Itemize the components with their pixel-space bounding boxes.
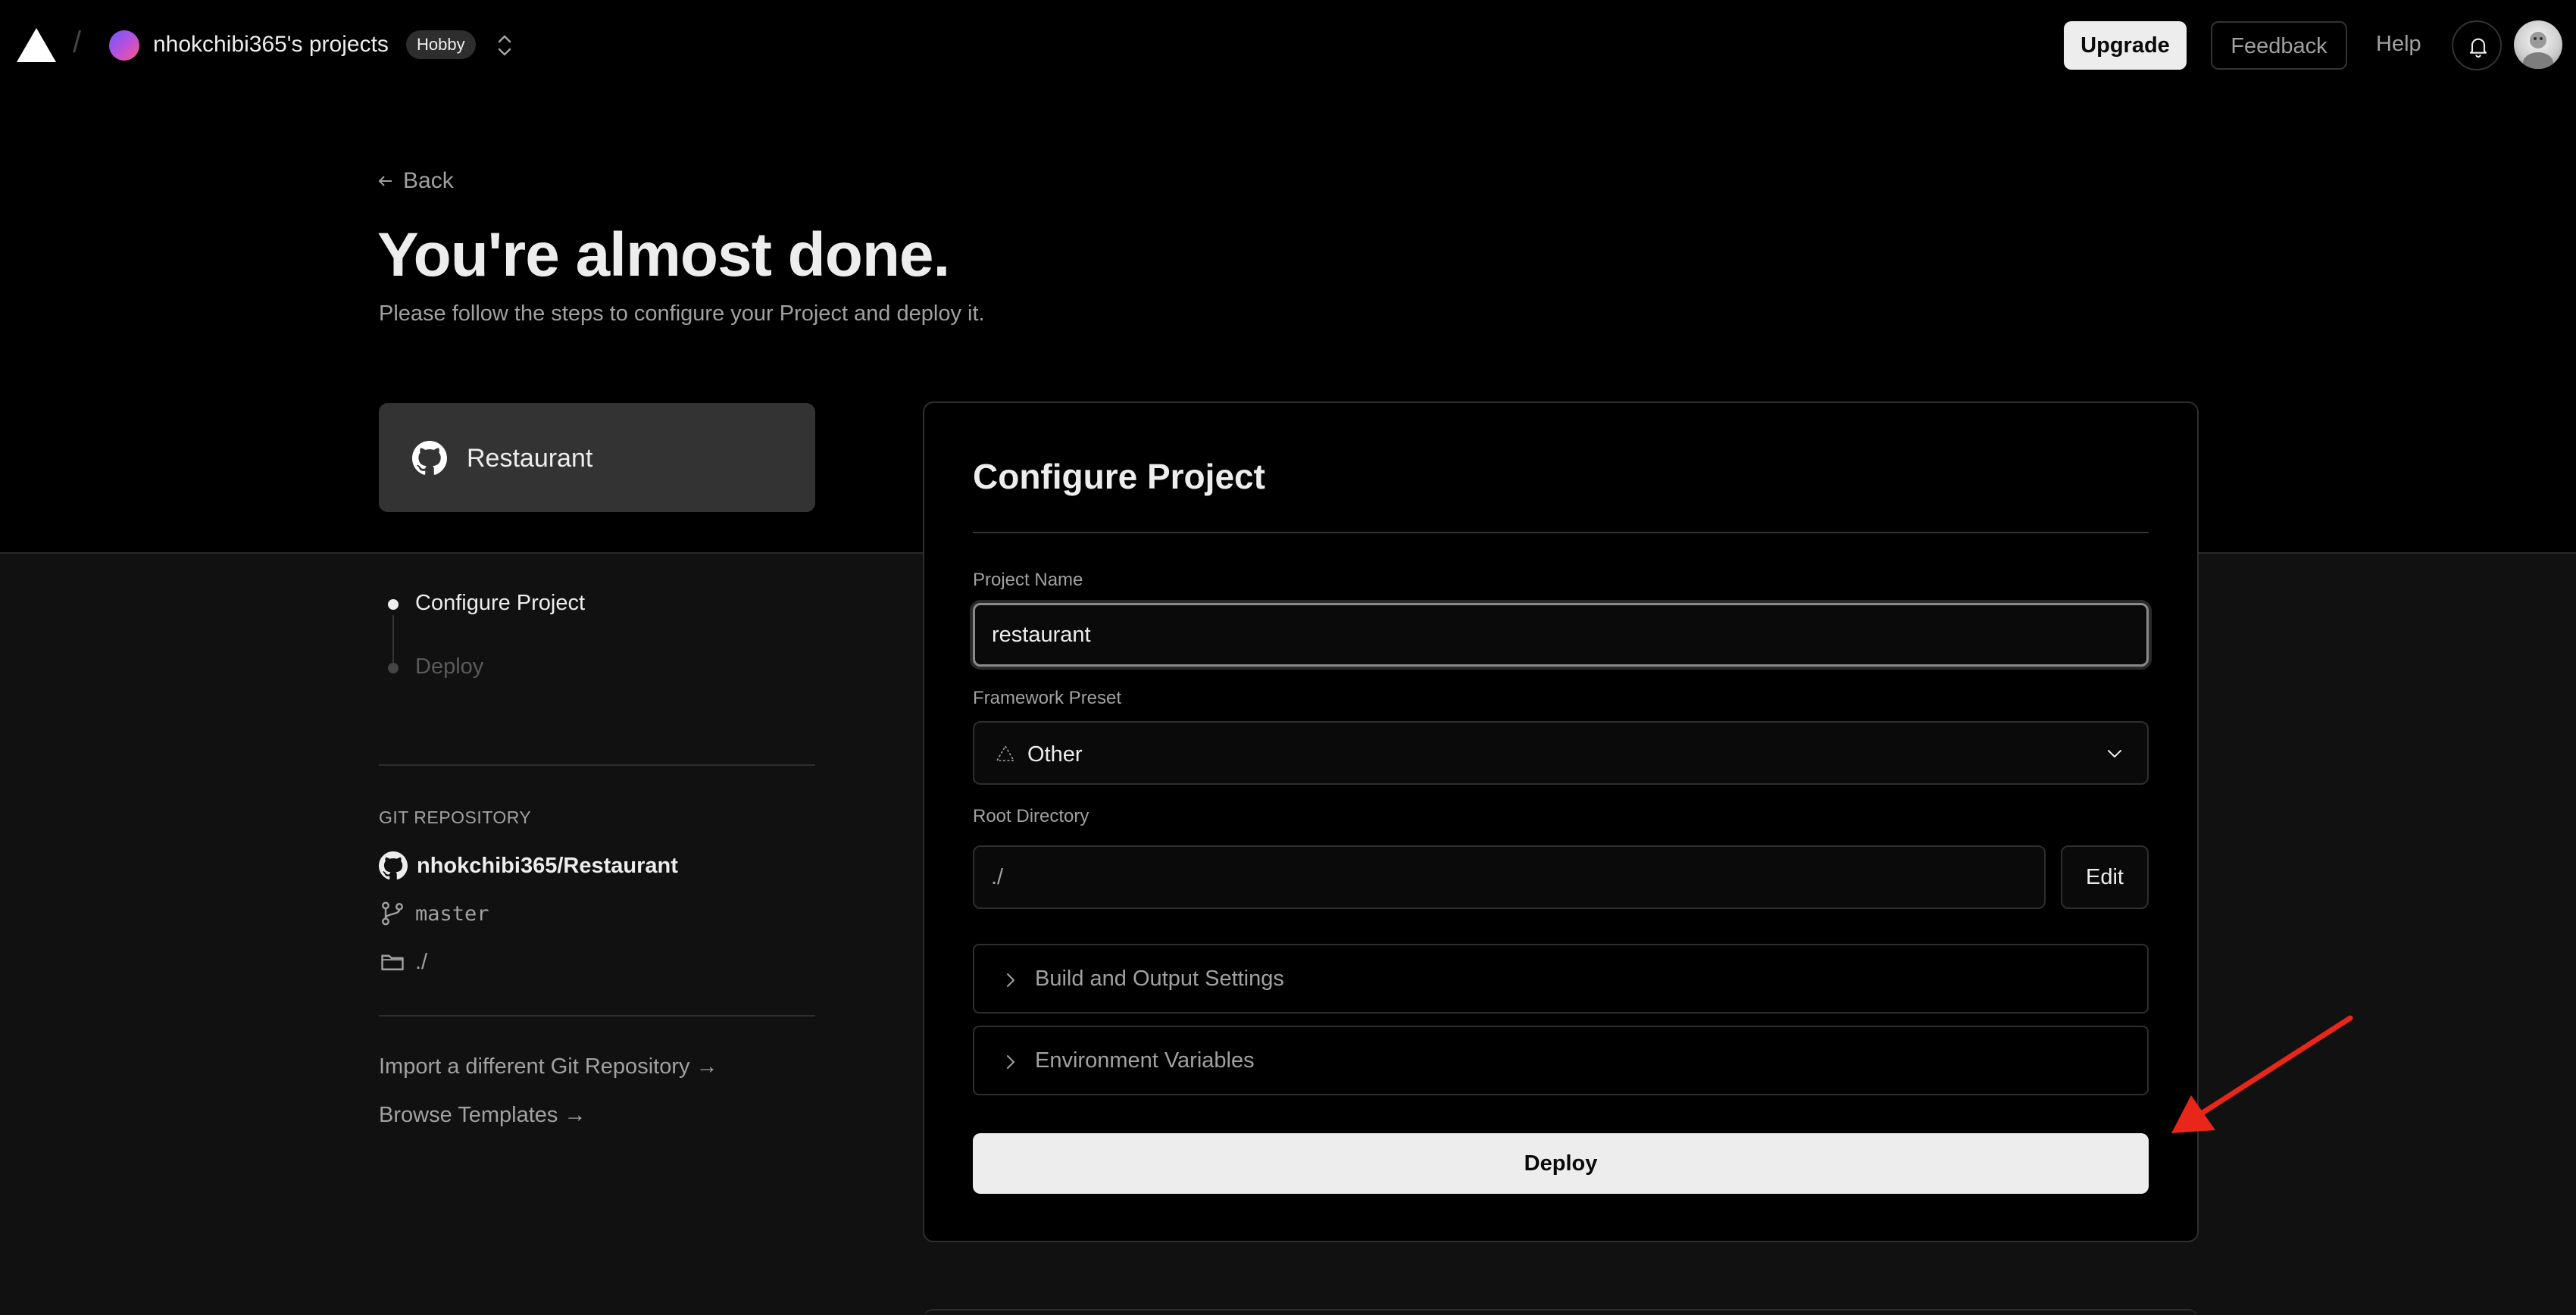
git-directory-value: ./ bbox=[415, 949, 428, 974]
notifications-button[interactable] bbox=[2452, 20, 2502, 70]
next-card-edge bbox=[923, 1309, 2199, 1315]
step-deploy: Deploy bbox=[415, 654, 484, 679]
framework-other-icon bbox=[996, 745, 1015, 761]
repo-card: Restaurant bbox=[379, 403, 815, 512]
top-navigation: / nhokchibi365's projects Hobby Upgrade … bbox=[0, 0, 2576, 89]
left-divider-top bbox=[379, 764, 815, 766]
user-avatar[interactable] bbox=[2514, 20, 2562, 69]
plan-badge: Hobby bbox=[406, 30, 476, 59]
git-branch-row: master bbox=[379, 900, 489, 927]
build-output-settings-label: Build and Output Settings bbox=[1035, 967, 1284, 991]
project-name-input[interactable] bbox=[973, 603, 2149, 667]
git-repo-row[interactable]: nhokchibi365/Restaurant bbox=[379, 851, 678, 880]
help-link[interactable]: Help bbox=[2376, 32, 2421, 57]
team-name[interactable]: nhokchibi365's projects bbox=[153, 32, 389, 58]
avatar-image bbox=[2523, 32, 2553, 69]
team-switcher-icon[interactable] bbox=[494, 30, 515, 61]
github-icon bbox=[379, 851, 408, 880]
build-output-settings-accordion[interactable]: Build and Output Settings bbox=[973, 944, 2149, 1014]
steps-connector bbox=[392, 615, 394, 670]
git-directory-row: ./ bbox=[379, 948, 427, 976]
framework-preset-label: Framework Preset bbox=[973, 688, 1122, 708]
title-divider bbox=[973, 532, 2149, 533]
step-dot-configure bbox=[388, 599, 399, 610]
git-branch-name: master bbox=[415, 901, 489, 926]
repo-card-name: Restaurant bbox=[467, 444, 593, 473]
page-title: You're almost done. bbox=[377, 220, 950, 289]
step-dot-deploy bbox=[388, 663, 399, 673]
root-directory-input[interactable]: ./ bbox=[973, 845, 2046, 909]
chevron-down-icon bbox=[2108, 750, 2121, 757]
team-avatar[interactable] bbox=[109, 30, 139, 61]
git-branch-icon bbox=[382, 901, 403, 926]
project-name-label: Project Name bbox=[973, 570, 1083, 590]
git-repo-name: nhokchibi365/Restaurant bbox=[417, 853, 678, 878]
page-subtitle: Please follow the steps to configure you… bbox=[379, 301, 985, 326]
browse-templates-link[interactable]: Browse Templates → bbox=[379, 1103, 586, 1128]
annotation-arrow bbox=[2171, 1015, 2353, 1133]
configure-project-card: Configure Project Project Name Framework… bbox=[923, 401, 2199, 1242]
bell-icon bbox=[2469, 38, 2487, 58]
framework-preset-select[interactable]: Other bbox=[973, 721, 2149, 785]
root-directory-label: Root Directory bbox=[973, 806, 1089, 826]
chevron-right-icon bbox=[1007, 1055, 1014, 1069]
deploy-button[interactable]: Deploy bbox=[973, 1133, 2149, 1194]
arrow-left-icon bbox=[378, 176, 392, 186]
chevron-right-icon bbox=[1007, 973, 1014, 987]
back-label: Back bbox=[403, 168, 454, 193]
framework-preset-value: Other bbox=[1027, 742, 1083, 767]
feedback-button[interactable]: Feedback bbox=[2211, 21, 2347, 70]
edit-root-directory-button[interactable]: Edit bbox=[2061, 845, 2149, 909]
folder-icon bbox=[381, 954, 404, 970]
environment-variables-accordion[interactable]: Environment Variables bbox=[973, 1026, 2149, 1095]
back-link[interactable]: Back bbox=[377, 168, 454, 194]
upgrade-button[interactable]: Upgrade bbox=[2064, 21, 2187, 70]
breadcrumb-separator: / bbox=[73, 26, 82, 59]
left-divider-bottom bbox=[379, 1015, 815, 1017]
github-icon bbox=[412, 441, 447, 475]
import-different-repo-link[interactable]: Import a different Git Repository → bbox=[379, 1054, 718, 1079]
configure-project-title: Configure Project bbox=[973, 457, 1265, 496]
git-repository-heading: GIT REPOSITORY bbox=[379, 807, 532, 827]
step-configure-project: Configure Project bbox=[415, 591, 586, 615]
environment-variables-label: Environment Variables bbox=[1035, 1048, 1255, 1073]
vercel-logo-icon[interactable] bbox=[17, 28, 56, 62]
